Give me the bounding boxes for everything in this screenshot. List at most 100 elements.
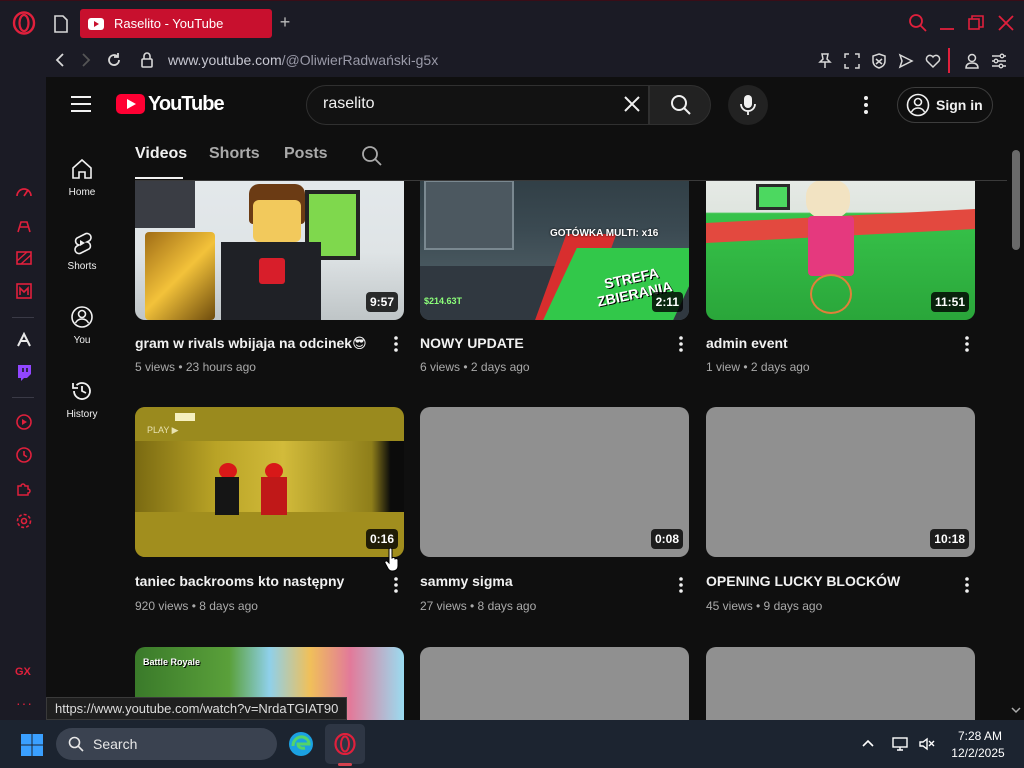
video-meta: 920 views • 8 days ago bbox=[135, 599, 258, 613]
settings-more-icon[interactable] bbox=[856, 93, 876, 117]
video-thumbnail[interactable]: PLAY ▶ 0:16 bbox=[135, 407, 404, 557]
search-input[interactable] bbox=[323, 95, 603, 113]
snapshot-icon[interactable] bbox=[843, 52, 861, 70]
sidebar-more-icon[interactable]: ··· bbox=[16, 695, 33, 711]
video-duration: 2:11 bbox=[651, 292, 683, 312]
close-window-icon[interactable] bbox=[996, 13, 1016, 33]
opera-gx-taskbar-button[interactable] bbox=[325, 724, 365, 764]
youtube-logo[interactable]: YouTube bbox=[116, 93, 225, 115]
video-thumbnail[interactable]: 0:08 bbox=[420, 407, 689, 557]
thumb-monitor bbox=[135, 181, 195, 228]
video-card[interactable]: 10:18 OPENING LUCKY BLOCKÓW 45 views • 9… bbox=[706, 407, 975, 617]
minimize-icon[interactable] bbox=[937, 13, 957, 33]
video-card[interactable]: 11:51 admin event 1 view • 2 days ago bbox=[706, 181, 975, 381]
opera-gx-logo-icon[interactable] bbox=[12, 11, 36, 35]
restore-icon[interactable] bbox=[966, 13, 986, 33]
pin-icon[interactable] bbox=[816, 52, 834, 70]
guide-item-shorts[interactable]: Shorts bbox=[46, 221, 118, 281]
new-tab-button[interactable]: + bbox=[276, 13, 294, 31]
video-card[interactable]: GOTÓWKA MULTI: x16 STREFA ZBIERANIA $214… bbox=[420, 181, 689, 381]
search-box[interactable] bbox=[306, 85, 649, 125]
voice-search-button[interactable] bbox=[728, 85, 768, 125]
scrollbar-thumb[interactable] bbox=[1012, 150, 1020, 250]
video-menu-icon[interactable] bbox=[389, 334, 403, 354]
video-title[interactable]: gram w rivals wbijaja na odcinek😎 bbox=[135, 335, 367, 352]
tab-posts[interactable]: Posts bbox=[284, 145, 328, 163]
lock-icon[interactable] bbox=[137, 50, 157, 70]
thumb-machine bbox=[424, 181, 514, 250]
video-card[interactable]: 9:57 gram w rivals wbijaja na odcinek😎 5… bbox=[135, 181, 404, 381]
forward-icon[interactable] bbox=[76, 50, 96, 70]
send-icon[interactable] bbox=[897, 52, 915, 70]
gx-cleaner-icon[interactable] bbox=[15, 249, 33, 267]
tab-videos[interactable]: Videos bbox=[135, 145, 187, 163]
arc-icon[interactable] bbox=[15, 331, 33, 349]
video-thumbnail[interactable]: 11:51 bbox=[706, 181, 975, 320]
video-title[interactable]: NOWY UPDATE bbox=[420, 335, 524, 351]
thumb-figure-body bbox=[215, 477, 239, 515]
sign-in-button[interactable]: Sign in bbox=[897, 87, 993, 123]
scroll-down-arrow-icon[interactable] bbox=[1011, 705, 1021, 715]
gx-control-icon[interactable] bbox=[15, 183, 33, 201]
video-card[interactable]: PLAY ▶ 0:16 taniec backrooms kto następn… bbox=[135, 407, 404, 617]
profile-icon[interactable] bbox=[963, 52, 981, 70]
reload-icon[interactable] bbox=[104, 50, 124, 70]
heart-icon[interactable] bbox=[924, 52, 942, 70]
thumb-caption: Battle Royale bbox=[143, 657, 201, 667]
video-title[interactable]: OPENING LUCKY BLOCKÓW bbox=[706, 573, 900, 589]
video-title[interactable]: taniec backrooms kto następny bbox=[135, 573, 344, 589]
video-menu-icon[interactable] bbox=[960, 575, 974, 595]
video-menu-icon[interactable] bbox=[674, 334, 688, 354]
video-card[interactable] bbox=[420, 647, 689, 720]
video-card[interactable]: 0:08 sammy sigma 27 views • 8 days ago bbox=[420, 407, 689, 617]
guide-item-history[interactable]: History bbox=[46, 369, 118, 429]
video-duration: 0:08 bbox=[650, 529, 683, 549]
video-thumbnail[interactable]: GOTÓWKA MULTI: x16 STREFA ZBIERANIA $214… bbox=[420, 181, 689, 320]
video-thumbnail[interactable]: 10:18 bbox=[706, 407, 975, 557]
player-icon[interactable] bbox=[15, 413, 33, 431]
video-thumbnail[interactable]: 9:57 bbox=[135, 181, 404, 320]
history-sidebar-icon[interactable] bbox=[15, 446, 33, 464]
clear-search-icon[interactable] bbox=[622, 94, 642, 114]
video-menu-icon[interactable] bbox=[389, 575, 403, 595]
windows-start-icon[interactable] bbox=[20, 733, 44, 757]
hamburger-menu-icon[interactable] bbox=[70, 95, 92, 113]
video-card[interactable] bbox=[706, 647, 975, 720]
gx-corner-icon[interactable] bbox=[15, 217, 33, 235]
adblock-icon[interactable] bbox=[870, 52, 888, 70]
show-hidden-icons-icon[interactable] bbox=[860, 736, 876, 752]
easy-setup-icon[interactable] bbox=[990, 52, 1008, 70]
volume-muted-icon[interactable] bbox=[918, 735, 936, 753]
sidebar-divider bbox=[12, 397, 34, 398]
tab-shorts[interactable]: Shorts bbox=[209, 145, 260, 163]
gx-label[interactable]: GX bbox=[15, 666, 31, 678]
back-icon[interactable] bbox=[50, 50, 70, 70]
video-menu-icon[interactable] bbox=[960, 334, 974, 354]
search-button[interactable] bbox=[649, 85, 711, 125]
video-thumbnail[interactable] bbox=[420, 647, 689, 720]
tab-pages-icon[interactable] bbox=[53, 15, 69, 33]
edge-browser-icon[interactable] bbox=[287, 730, 315, 758]
channel-search-icon[interactable] bbox=[361, 145, 383, 167]
video-title[interactable]: sammy sigma bbox=[420, 573, 513, 589]
video-duration: 9:57 bbox=[365, 292, 398, 312]
network-icon[interactable] bbox=[891, 735, 909, 753]
gmail-icon[interactable] bbox=[15, 282, 33, 300]
video-title[interactable]: admin event bbox=[706, 335, 788, 351]
clock-time[interactable]: 7:28 AM bbox=[950, 729, 1010, 743]
clock-date[interactable]: 12/2/2025 bbox=[946, 746, 1010, 760]
search-tabs-icon[interactable] bbox=[908, 13, 928, 33]
extensions-icon[interactable] bbox=[15, 479, 33, 497]
guide-item-home[interactable]: Home bbox=[46, 147, 118, 207]
thumb-ring bbox=[810, 274, 852, 314]
history-icon bbox=[72, 382, 91, 400]
tab-youtube[interactable]: Raselito - YouTube bbox=[80, 9, 272, 38]
url-field[interactable]: www.youtube.com/@OliwierRadwański-g5x bbox=[168, 52, 438, 68]
taskbar-search-box[interactable]: Search bbox=[56, 728, 277, 760]
video-grid: 9:57 gram w rivals wbijaja na odcinek😎 5… bbox=[135, 181, 1007, 720]
settings-icon[interactable] bbox=[15, 512, 33, 530]
guide-item-you[interactable]: You bbox=[46, 295, 118, 355]
twitch-icon[interactable] bbox=[15, 363, 33, 381]
video-menu-icon[interactable] bbox=[674, 575, 688, 595]
video-thumbnail[interactable] bbox=[706, 647, 975, 720]
